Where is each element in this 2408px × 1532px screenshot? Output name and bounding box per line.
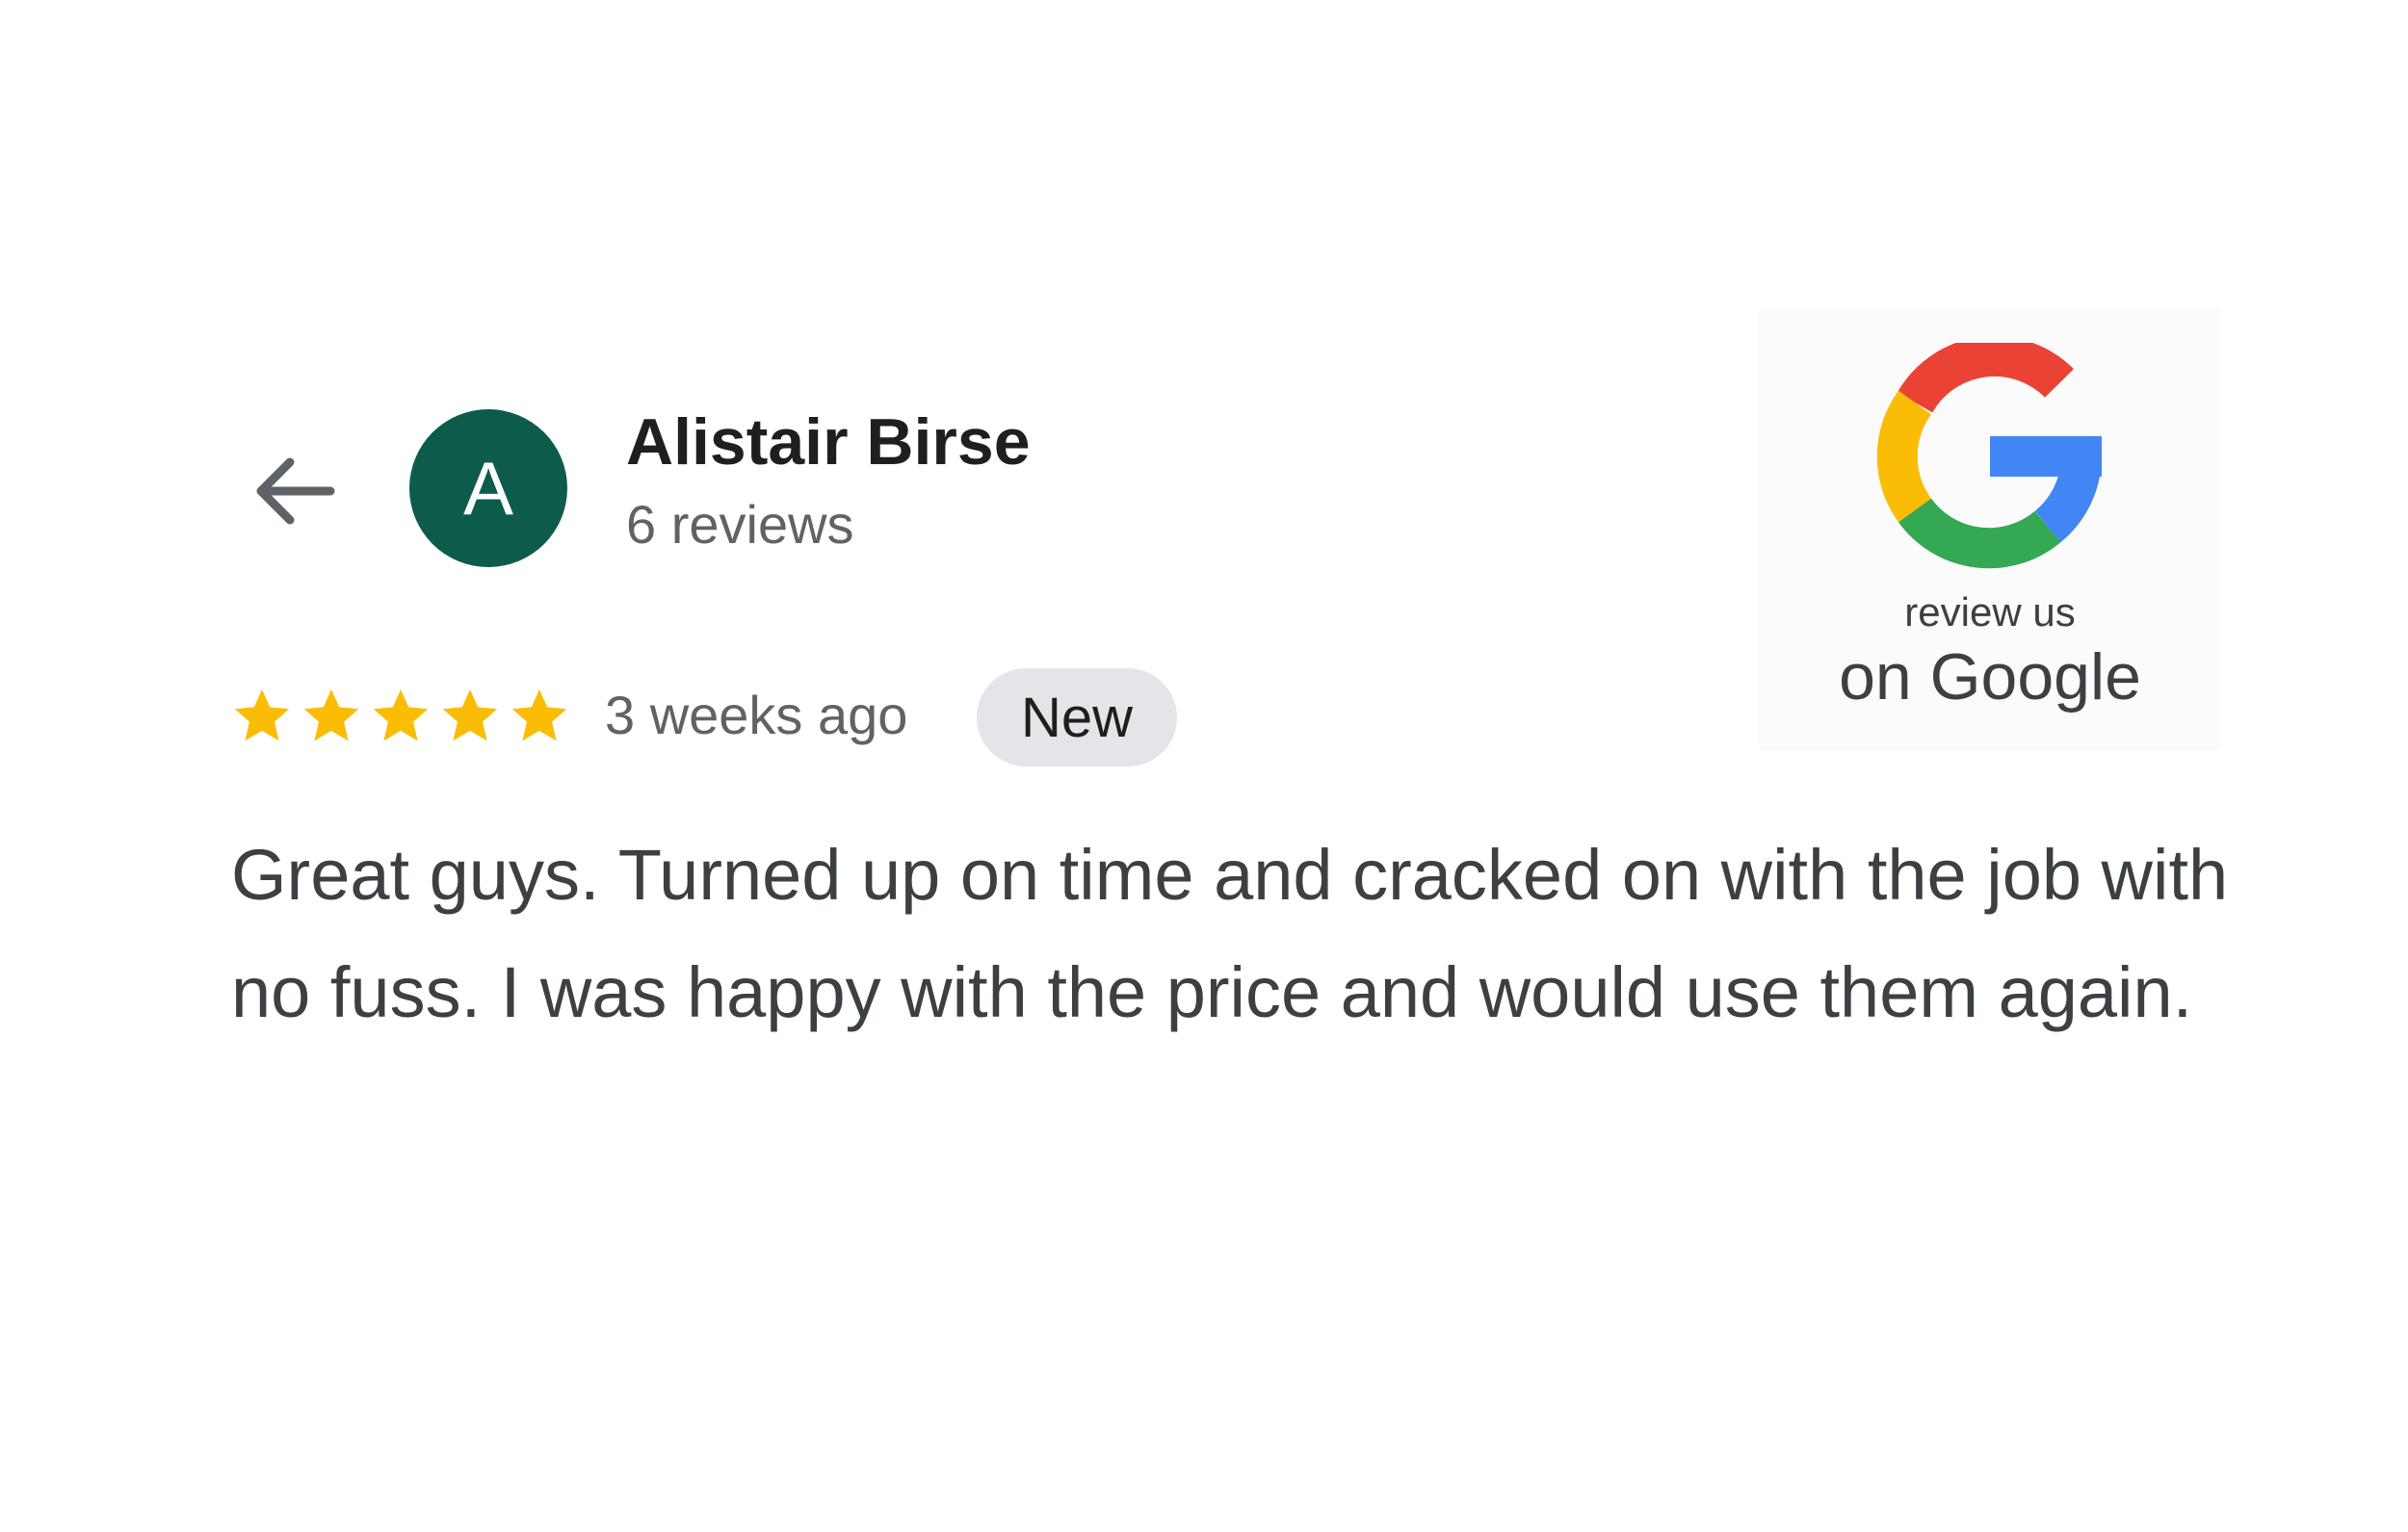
star-icon [234,689,290,741]
review-text: Great guys. Turned up on time and cracke… [231,835,2229,1032]
star-icon [511,689,567,741]
star-icon [442,689,498,741]
badge-line2: on Google [1839,640,2141,714]
review-time: 3 weeks ago [605,685,908,745]
reviewer-name[interactable]: Alistair Birse [626,404,1031,480]
google-g-icon [1876,343,2102,569]
badge-line1: review us [1904,589,2076,635]
star-icon [373,689,429,741]
back-arrow-icon[interactable] [246,443,342,539]
review-us-on-google-badge[interactable]: review us on Google [1759,308,2221,751]
star-icon [303,689,359,741]
star-rating [231,686,570,747]
avatar[interactable]: A [409,409,567,567]
reviewer-review-count: 6 reviews [626,494,854,555]
new-badge: New [977,668,1177,766]
